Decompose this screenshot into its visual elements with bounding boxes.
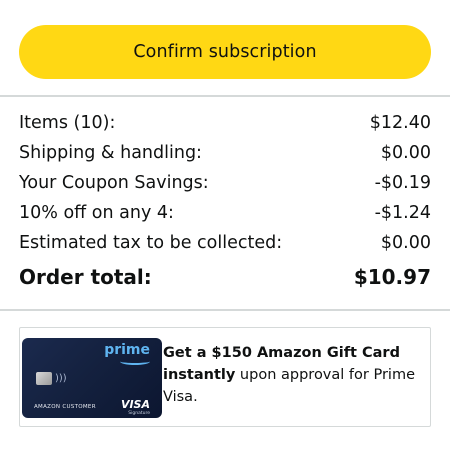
summary-row-items: Items (10): $12.40 [19, 108, 431, 138]
promo-headline: Get a $150 Amazon Gift Card [163, 345, 400, 361]
promo-highlight: instantly [163, 367, 236, 383]
summary-row-discount: 10% off on any 4: -$1.24 [19, 198, 431, 228]
order-total-value: $10.97 [353, 265, 431, 289]
summary-value: -$0.19 [374, 173, 431, 193]
order-summary: Items (10): $12.40 Shipping & handling: … [19, 108, 431, 295]
top-band: Confirm subscription [0, 0, 450, 96]
summary-row-coupon: Your Coupon Savings: -$0.19 [19, 168, 431, 198]
card-chip-icon [36, 372, 52, 385]
summary-row-shipping: Shipping & handling: $0.00 [19, 138, 431, 168]
promo-text[interactable]: Get a $150 Amazon Gift Card instantly up… [163, 342, 418, 408]
summary-label: 10% off on any 4: [19, 203, 174, 223]
order-total-label: Order total: [19, 265, 152, 289]
summary-value: -$1.24 [374, 203, 431, 223]
summary-value: $12.40 [369, 113, 431, 133]
summary-value: $0.00 [380, 143, 431, 163]
card-brand: prime [104, 342, 150, 358]
summary-label: Shipping & handling: [19, 143, 202, 163]
divider [0, 309, 450, 311]
summary-row-tax: Estimated tax to be collected: $0.00 [19, 228, 431, 258]
card-network-sub: Signature [128, 411, 150, 416]
summary-value: $0.00 [380, 233, 431, 253]
confirm-subscription-label: Confirm subscription [133, 42, 317, 62]
smile-logo-icon [120, 358, 150, 365]
divider [0, 95, 450, 97]
summary-label: Your Coupon Savings: [19, 173, 209, 193]
prime-visa-promo[interactable]: prime ))) AMAZON CUSTOMER VISA Signature… [19, 327, 431, 427]
summary-label: Estimated tax to be collected: [19, 233, 283, 253]
contactless-icon: ))) [55, 373, 67, 384]
credit-card-icon: prime ))) AMAZON CUSTOMER VISA Signature [22, 338, 162, 418]
order-total-row: Order total: $10.97 [19, 259, 431, 295]
card-network: VISA [120, 398, 150, 411]
confirm-subscription-button[interactable]: Confirm subscription [19, 25, 431, 79]
card-holder: AMAZON CUSTOMER [34, 404, 96, 410]
summary-label: Items (10): [19, 113, 116, 133]
